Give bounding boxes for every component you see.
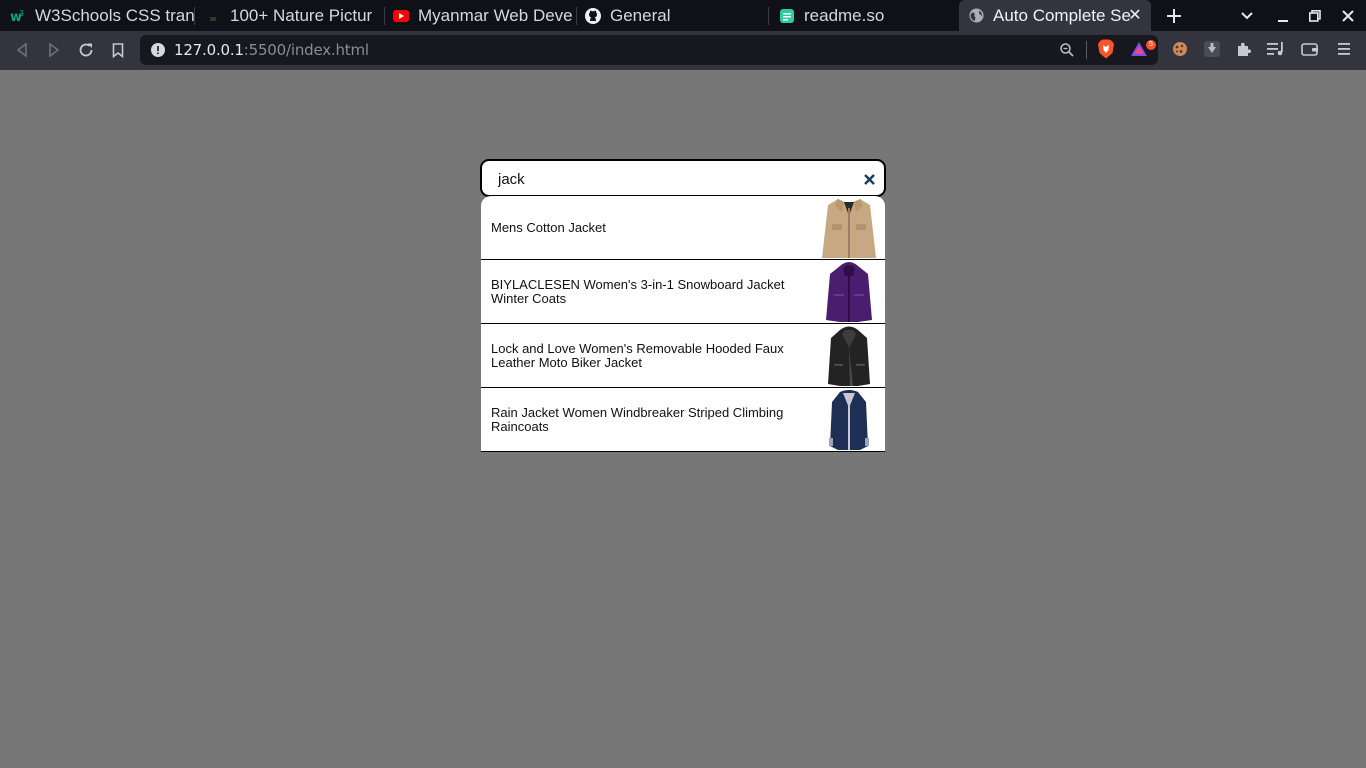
puzzle-icon: [1238, 42, 1251, 56]
tab-github-general[interactable]: General: [577, 0, 769, 31]
result-image: [819, 196, 879, 259]
navy-jacket-image: [829, 390, 869, 450]
tan-jacket-image: [822, 199, 876, 258]
brave-shields-button[interactable]: [1095, 38, 1117, 60]
bookmark-button[interactable]: [107, 39, 129, 61]
youtube-icon: [393, 8, 409, 24]
tab-w3schools[interactable]: w3 W3Schools CSS tran: [0, 0, 195, 31]
new-tab-button[interactable]: [1163, 0, 1185, 31]
result-image: [819, 388, 879, 451]
search-input[interactable]: [498, 169, 838, 189]
back-arrow-icon: [16, 43, 27, 57]
globe-icon: [968, 8, 984, 24]
media-button[interactable]: [1265, 38, 1287, 60]
wallet-icon: [1301, 42, 1318, 56]
result-name: Rain Jacket Women Windbreaker Striped Cl…: [491, 404, 784, 434]
tab-strip: w3 W3Schools CSS tran 100+ Nature Pictur…: [0, 0, 1366, 31]
playlist-icon: [1267, 42, 1283, 56]
result-name: BIYLACLESEN Women's 3-in-1 Snowboard Jac…: [491, 276, 785, 306]
rewards-badge: 5: [1146, 40, 1156, 50]
zoom-icon[interactable]: [1059, 42, 1075, 58]
readme-icon: [779, 8, 795, 24]
w3schools-icon: w3: [10, 8, 26, 24]
restore-button[interactable]: [1306, 0, 1324, 31]
github-icon: [585, 7, 601, 24]
url-path: :5500/index.html: [243, 41, 369, 59]
tab-auto-complete-active[interactable]: Auto Complete Se ✕: [959, 0, 1151, 31]
plus-icon: [1167, 8, 1181, 23]
close-icon: [863, 173, 875, 185]
tab-readme-so[interactable]: readme.so: [769, 0, 959, 31]
chevron-down-icon: [1241, 11, 1253, 19]
url-host: 127.0.0.1: [174, 41, 244, 59]
window-close-button[interactable]: [1339, 0, 1357, 31]
tab-title: Auto Complete Se: [993, 5, 1131, 25]
address-bar[interactable]: 127.0.0.1:5500/index.html: [140, 35, 1158, 65]
tab-title: readme.so: [804, 5, 885, 25]
minimize-button[interactable]: [1274, 0, 1292, 31]
wallet-button[interactable]: [1299, 38, 1321, 60]
black-jacket-image: [828, 326, 870, 386]
reload-icon: [79, 43, 93, 57]
cookie-icon: [1173, 42, 1187, 56]
result-name: Mens Cotton Jacket: [491, 219, 606, 235]
result-image: [819, 324, 879, 387]
result-image: [819, 260, 879, 323]
clear-search-button[interactable]: [860, 170, 878, 188]
hamburger-menu-icon: [1338, 43, 1350, 55]
unsplash-icon: [205, 8, 221, 24]
result-name: Lock and Love Women's Removable Hooded F…: [491, 340, 784, 370]
search-box: [480, 159, 886, 197]
download-extension-button[interactable]: [1201, 38, 1223, 60]
site-info-icon[interactable]: [150, 42, 166, 58]
brave-lion-icon: [1098, 39, 1114, 59]
svg-text:3: 3: [19, 9, 24, 18]
forward-button[interactable]: [43, 39, 65, 61]
reload-button[interactable]: [75, 39, 97, 61]
purple-jacket-image: [826, 262, 872, 322]
cookie-extension-button[interactable]: [1169, 38, 1191, 60]
divider: [1086, 41, 1087, 59]
url-text[interactable]: 127.0.0.1:5500/index.html: [174, 41, 369, 59]
tab-search-button[interactable]: [1238, 0, 1256, 31]
result-item[interactable]: BIYLACLESEN Women's 3-in-1 Snowboard Jac…: [481, 260, 885, 324]
result-item[interactable]: Lock and Love Women's Removable Hooded F…: [481, 324, 885, 388]
bookmark-icon: [112, 42, 124, 58]
forward-arrow-icon: [49, 43, 60, 57]
tab-title: 100+ Nature Pictur: [230, 5, 373, 25]
autocomplete-results: Mens Cotton Jacket BIYLACLESEN Women's 3…: [481, 196, 885, 452]
minimize-icon: [1278, 19, 1288, 22]
download-icon: [1204, 41, 1220, 57]
close-icon: [1342, 9, 1354, 22]
tab-myanmar-web-dev[interactable]: Myanmar Web Deve: [385, 0, 577, 31]
close-tab-icon[interactable]: ✕: [1125, 5, 1145, 25]
tab-title: Myanmar Web Deve: [418, 5, 573, 25]
result-item[interactable]: Rain Jacket Women Windbreaker Striped Cl…: [481, 388, 885, 452]
back-button[interactable]: [11, 39, 33, 61]
extensions-button[interactable]: [1233, 38, 1255, 60]
tab-title: General: [610, 5, 671, 25]
restore-icon: [1309, 9, 1321, 22]
tab-title: W3Schools CSS tran: [35, 5, 195, 25]
menu-button[interactable]: [1333, 38, 1355, 60]
result-item[interactable]: Mens Cotton Jacket: [481, 196, 885, 260]
tab-nature-pictures[interactable]: 100+ Nature Pictur: [195, 0, 385, 31]
